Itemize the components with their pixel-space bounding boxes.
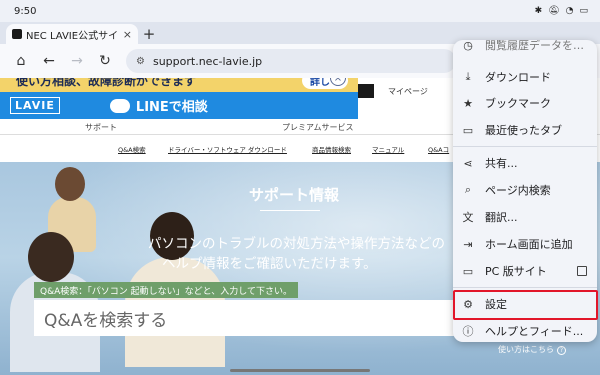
question-icon: ? (557, 346, 566, 355)
menu-item-label: ダウンロード (485, 71, 551, 84)
menu-divider (453, 146, 597, 147)
translate-icon: 文 (462, 211, 474, 224)
hero-photo-child-head (55, 167, 85, 201)
hero-title: サポート情報 (249, 186, 340, 204)
status-time: 9:50 (14, 5, 37, 17)
link-manual[interactable]: マニュアル (372, 144, 404, 154)
link-driver-download[interactable]: ドライバー・ソフトウェア ダウンロード (168, 144, 287, 154)
hero-photo-father-head (28, 232, 74, 282)
qa-search-input[interactable]: Q&Aを検索する (34, 300, 454, 336)
chat-icon (109, 98, 130, 113)
screen: 9:50 ✱ 🔕︎ ◔ ▭ NEC LAVIE公式サイ × + ⌂ ← → ↻ … (0, 0, 600, 375)
bell-off-icon: 🔕︎ (548, 5, 560, 16)
wifi-icon: ◔ (565, 5, 574, 16)
recent-tabs-icon: ▭ (462, 123, 474, 137)
new-tab-button[interactable]: + (138, 24, 160, 44)
menu-item-label: ブックマーク (485, 97, 551, 110)
menu-item-translate[interactable]: 文 翻訳... (453, 204, 597, 230)
tab-title: NEC LAVIE公式サイ (26, 30, 119, 42)
menu-item-recent-tabs[interactable]: ▭ 最近使ったタブ (453, 117, 597, 143)
hero-description-1: パソコンのトラブルの対処方法や操作方法などの (148, 236, 445, 252)
menu-item-label: 翻訳... (485, 211, 518, 224)
favicon-icon (12, 29, 22, 39)
site-settings-icon[interactable]: ⚙︎ (136, 56, 145, 67)
back-icon[interactable]: ← (36, 48, 62, 74)
menu-item-label: ホーム画面に追加 (485, 238, 573, 251)
promo-banner[interactable]: 使い方相談、故障診断ができます 詳しく (0, 78, 358, 92)
forward-icon[interactable]: → (64, 48, 90, 74)
menu-item-label: ページ内検索 (485, 184, 551, 197)
menu-item-downloads[interactable]: ⤓ ダウンロード (453, 64, 597, 90)
line-consult-label: LINEで相談 (135, 100, 208, 115)
promo-text: 使い方相談、故障診断ができます (16, 78, 197, 88)
menu-item-label: 最近使ったタブ (485, 124, 562, 137)
home-icon[interactable]: ⌂ (8, 48, 34, 74)
subnav-support[interactable]: サポート (85, 122, 117, 133)
mypage-link[interactable]: マイページ (388, 86, 428, 97)
menu-item-label: 共有... (485, 157, 518, 170)
gesture-bar (230, 369, 370, 372)
menu-item-add-to-home[interactable]: ⇥ ホーム画面に追加 (453, 231, 597, 257)
add-to-home-icon: ⇥ (463, 237, 473, 251)
menu-item-label: 閲覧履歴データを… (485, 40, 584, 52)
menu-item-find-in-page[interactable]: ⌕ ページ内検索 (453, 177, 597, 203)
menu-item-desktop-site[interactable]: ▭ PC 版サイト (453, 258, 597, 284)
desktop-site-checkbox[interactable] (577, 266, 587, 276)
download-icon: ⤓ (465, 70, 471, 83)
help-icon: ⓘ (462, 325, 474, 338)
lavie-logo: LAVIE (10, 97, 60, 114)
subnav-premium[interactable]: プレミアムサービス (282, 122, 353, 133)
bluetooth-icon: ✱ (534, 5, 543, 16)
menu-item-bookmarks[interactable]: ★ ブックマーク (453, 90, 597, 116)
tab-nec-lavie[interactable]: NEC LAVIE公式サイ × (6, 24, 138, 44)
status-icons: ✱ 🔕︎ ◔ ▭ (534, 5, 588, 16)
close-tab-icon[interactable]: × (123, 28, 132, 41)
menu-item-label: ヘルプとフィード... (485, 325, 584, 338)
battery-icon: ▭ (579, 5, 588, 16)
menu-divider (453, 287, 597, 288)
link-product-search[interactable]: 商品情報検索 (312, 144, 351, 154)
settings-highlight-box (453, 290, 598, 320)
history-icon: ◷ (463, 40, 473, 52)
link-qa-search[interactable]: Q&A検索 (118, 144, 146, 154)
menu-item-clear-data[interactable]: ◷ 閲覧履歴データを… (453, 40, 597, 58)
link-qa-more[interactable]: Q&Aコ (428, 144, 449, 154)
star-icon: ★ (463, 96, 473, 110)
reload-icon[interactable]: ↻ (92, 48, 118, 74)
desktop-icon: ▭ (462, 264, 474, 278)
howto-link[interactable]: 使い方はこちら? (498, 344, 566, 355)
address-bar[interactable]: ⚙︎ support.nec-lavie.jp (126, 49, 456, 73)
line-consult[interactable]: LINEで相談 (109, 96, 208, 115)
find-in-page-icon: ⌕ (464, 183, 472, 196)
status-bar: 9:50 ✱ 🔕︎ ◔ ▭ (0, 0, 600, 22)
menu-item-share[interactable]: ⋖ 共有... (453, 150, 597, 176)
menu-item-label: PC 版サイト (485, 265, 547, 278)
hero-description-2: ヘルプ情報をご確認いただけます。 (162, 256, 377, 272)
menu-item-help[interactable]: ⓘ ヘルプとフィード... (453, 318, 597, 342)
nav-dark-block (358, 84, 374, 98)
share-icon: ⋖ (463, 156, 473, 170)
search-hint: Q&A検索：「パソコン 起動しない」などと、入力して下さい。 (34, 282, 298, 298)
hero-divider (260, 210, 320, 211)
url-text: support.nec-lavie.jp (152, 54, 263, 68)
search-placeholder: Q&Aを検索する (44, 310, 168, 331)
howto-label: 使い方はこちら (498, 345, 554, 354)
line-banner[interactable]: LAVIE LINEで相談 (0, 92, 358, 119)
